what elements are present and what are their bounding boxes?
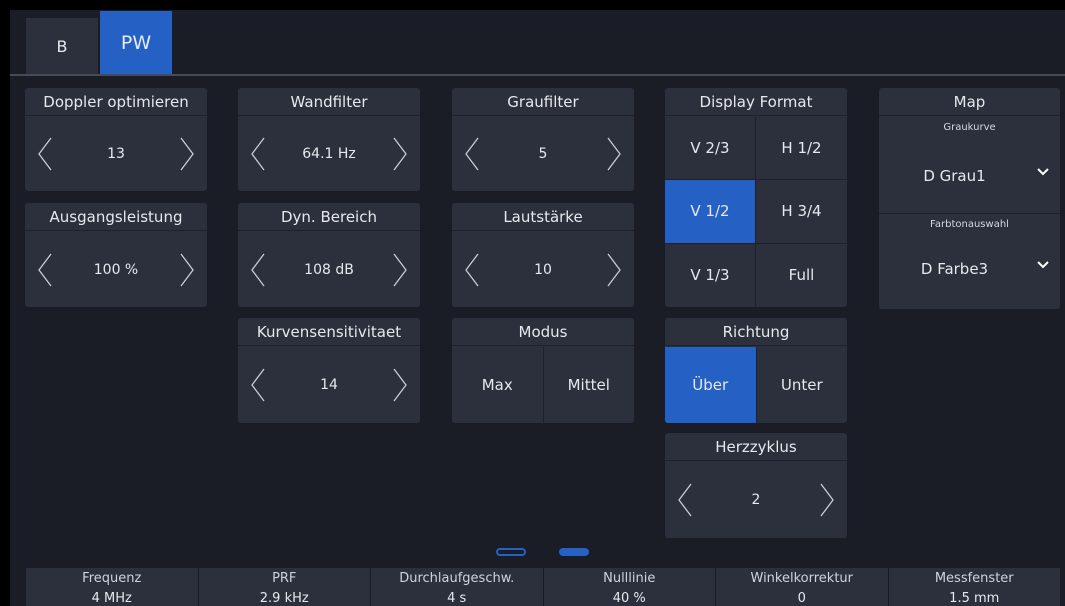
lautstaerke-value: 10	[534, 261, 552, 278]
chevron-left-icon[interactable]	[248, 365, 268, 405]
status-messfenster: Messfenster 1.5 mm	[888, 568, 1060, 606]
farbtonauswahl-dropdown[interactable]: Farbtonauswahl D Farbe3	[879, 213, 1060, 309]
status-value: 4 s	[447, 591, 467, 606]
status-value: 2.9 kHz	[259, 591, 309, 606]
chevron-right-icon[interactable]	[177, 250, 197, 290]
status-label: Winkelkorrektur	[750, 571, 854, 586]
display-format-option[interactable]: Full	[756, 244, 847, 307]
parameter-status-bar: Frequenz 4 MHz PRF 2.9 kHz Durchlaufgesc…	[26, 568, 1060, 606]
wandfilter-control: Wandfilter 64.1 Hz	[238, 88, 420, 191]
display-format-control: Display Format V 2/3 H 1/2 V 1/2 H 3/4 V…	[665, 88, 847, 307]
graufilter-label: Graufilter	[452, 88, 634, 116]
tab-divider	[10, 74, 1065, 76]
ausgangsleistung-control: Ausgangsleistung 100 %	[25, 203, 207, 307]
doppler-optimieren-value: 13	[107, 146, 125, 162]
chevron-right-icon[interactable]	[390, 250, 410, 290]
display-format-option[interactable]: V 2/3	[665, 117, 756, 181]
chevron-right-icon[interactable]	[604, 250, 624, 290]
chevron-left-icon[interactable]	[675, 480, 695, 520]
graukurve-value: D Grau1	[923, 167, 986, 185]
modus-option-mittel[interactable]: Mittel	[542, 347, 635, 423]
wandfilter-value: 64.1 Hz	[302, 146, 356, 162]
chevron-right-icon[interactable]	[390, 365, 410, 405]
chevron-right-icon[interactable]	[390, 134, 410, 174]
tab-b[interactable]: B	[26, 18, 98, 74]
page-indicator-1[interactable]	[496, 548, 526, 556]
farbtonauswahl-label: Farbtonauswahl	[930, 219, 1009, 230]
kurvensensitivitaet-control: Kurvensensitivitaet 14	[238, 318, 420, 423]
modus-options: Max Mittel	[452, 347, 634, 423]
status-value: 0	[797, 591, 806, 606]
herzzyklus-label: Herzzyklus	[665, 433, 847, 461]
status-label: Messfenster	[934, 571, 1014, 586]
status-durchlaufgeschw: Durchlaufgeschw. 4 s	[371, 568, 544, 606]
status-winkelkorrektur: Winkelkorrektur 0	[716, 568, 889, 606]
richtung-label: Richtung	[665, 318, 847, 346]
chevron-right-icon[interactable]	[604, 134, 624, 174]
chevron-left-icon[interactable]	[248, 250, 268, 290]
graufilter-control: Graufilter 5	[452, 88, 634, 191]
chevron-left-icon[interactable]	[462, 134, 482, 174]
herzzyklus-control: Herzzyklus 2	[665, 433, 847, 538]
dyn-bereich-control: Dyn. Bereich 108 dB	[238, 203, 420, 307]
richtung-option-ueber[interactable]: Über	[665, 347, 756, 423]
graukurve-dropdown[interactable]: Graukurve D Grau1	[879, 117, 1060, 213]
kurvensensitivitaet-label: Kurvensensitivitaet	[238, 318, 420, 346]
doppler-optimieren-control: Doppler optimieren 13	[25, 88, 207, 191]
graukurve-label: Graukurve	[943, 122, 996, 133]
richtung-control: Richtung Über Unter	[665, 318, 847, 423]
kurvensensitivitaet-value: 14	[320, 377, 338, 393]
chevron-left-icon[interactable]	[248, 134, 268, 174]
status-label: PRF	[272, 571, 297, 586]
map-control: Map Graukurve D Grau1 Farbtonauswahl D F…	[879, 88, 1060, 309]
chevron-left-icon[interactable]	[35, 134, 55, 174]
display-format-grid: V 2/3 H 1/2 V 1/2 H 3/4 V 1/3 Full	[665, 117, 847, 307]
display-format-option[interactable]: H 1/2	[756, 117, 847, 181]
lautstaerke-control: Lautstärke 10	[452, 203, 634, 307]
doppler-optimieren-label: Doppler optimieren	[25, 88, 207, 116]
page-indicator-2[interactable]	[559, 548, 589, 556]
chevron-left-icon[interactable]	[462, 250, 482, 290]
graufilter-value: 5	[538, 146, 548, 162]
modus-control: Modus Max Mittel	[452, 318, 634, 423]
ultrasound-control-screen: B PW Doppler optimieren 13 Wandfilter 64…	[10, 10, 1065, 606]
display-format-label: Display Format	[665, 88, 847, 116]
modus-label: Modus	[452, 318, 634, 346]
chevron-left-icon[interactable]	[35, 250, 55, 290]
dyn-bereich-label: Dyn. Bereich	[238, 203, 420, 231]
chevron-right-icon[interactable]	[817, 480, 837, 520]
ausgangsleistung-label: Ausgangsleistung	[25, 203, 207, 231]
map-label: Map	[879, 88, 1060, 116]
status-value: 40 %	[612, 591, 646, 606]
richtung-option-unter[interactable]: Unter	[755, 347, 848, 423]
status-prf: PRF 2.9 kHz	[198, 568, 371, 606]
chevron-down-icon	[1037, 168, 1049, 176]
farbtonauswahl-value: D Farbe3	[920, 260, 989, 278]
herzzyklus-value: 2	[751, 492, 761, 508]
lautstaerke-label: Lautstärke	[452, 203, 634, 231]
tab-pw[interactable]: PW	[100, 11, 172, 74]
mode-tabs: B PW	[10, 10, 1065, 74]
status-label: Durchlaufgeschw.	[399, 571, 515, 586]
dyn-bereich-value: 108 dB	[304, 261, 354, 278]
display-format-option[interactable]: H 3/4	[756, 180, 847, 244]
richtung-options: Über Unter	[665, 347, 847, 423]
status-label: Nulllinie	[603, 571, 656, 586]
display-format-option[interactable]: V 1/2	[665, 180, 756, 244]
status-value: 1.5 mm	[949, 591, 1000, 606]
wandfilter-label: Wandfilter	[238, 88, 420, 116]
status-frequenz: Frequenz 4 MHz	[26, 568, 199, 606]
status-nulllinie: Nulllinie 40 %	[543, 568, 716, 606]
status-value: 4 MHz	[91, 591, 132, 606]
chevron-right-icon[interactable]	[177, 134, 197, 174]
display-format-option[interactable]: V 1/3	[665, 243, 756, 307]
chevron-down-icon	[1037, 261, 1049, 269]
ausgangsleistung-value: 100 %	[93, 261, 139, 278]
modus-option-max[interactable]: Max	[452, 347, 543, 423]
status-label: Frequenz	[82, 571, 142, 586]
